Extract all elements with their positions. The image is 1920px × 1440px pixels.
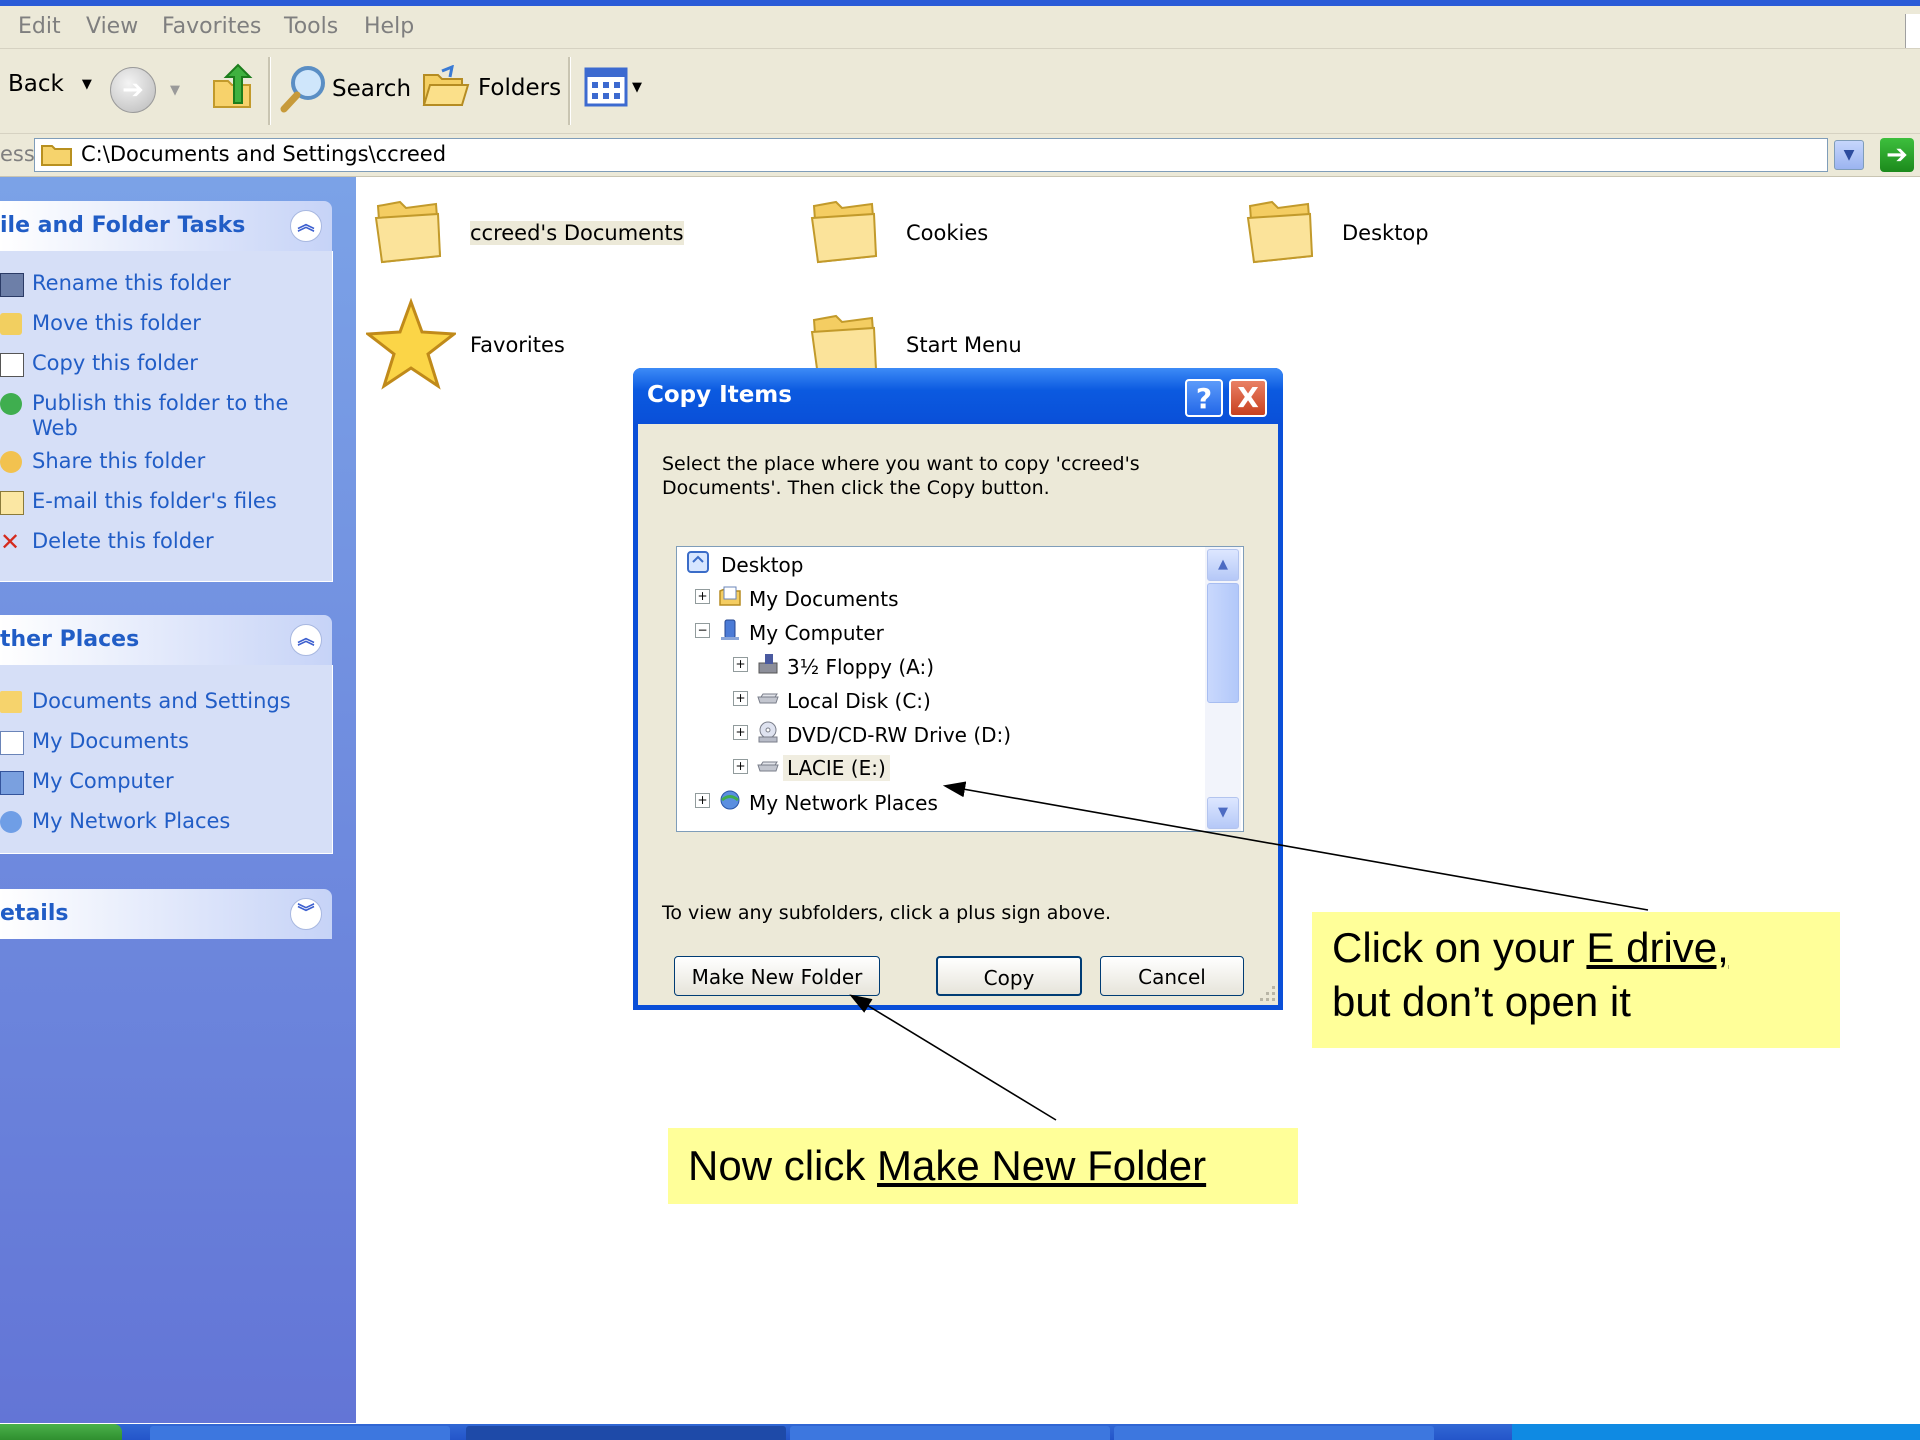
callout-e-drive: Click on your E drive, but don’t open it — [1312, 912, 1840, 1048]
taskbar-button[interactable] — [1114, 1426, 1434, 1440]
arrow-to-make-new-folder — [849, 994, 1057, 1121]
callout-e-drive-line2: but don’t open it — [1332, 978, 1631, 1025]
callout-new-folder: Now click Make New Folder — [668, 1128, 1298, 1204]
arrow-to-lacie — [942, 781, 1649, 911]
callout-e-drive-prefix: Click on your — [1332, 924, 1587, 971]
taskbar-button[interactable] — [150, 1426, 450, 1440]
taskbar-button[interactable] — [466, 1426, 786, 1440]
taskbar — [0, 1424, 1920, 1440]
taskbar-button[interactable] — [790, 1426, 1110, 1440]
system-tray — [1512, 1424, 1920, 1440]
callout-arrows — [849, 781, 1649, 1121]
callout-new-folder-link: Make New Folder — [877, 1142, 1207, 1189]
callout-new-folder-prefix: Now click — [688, 1142, 878, 1189]
callout-e-drive-link: E drive, — [1586, 924, 1729, 971]
start-button[interactable] — [0, 1424, 122, 1440]
